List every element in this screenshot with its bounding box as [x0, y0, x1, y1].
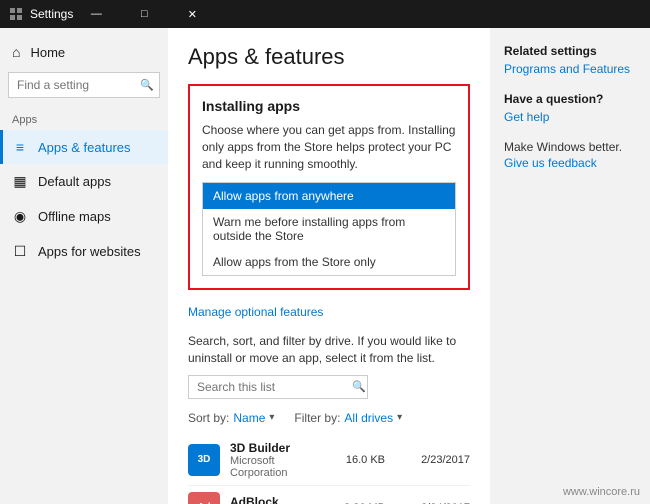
app-info: AdBlockBetaFish [230, 495, 330, 504]
titlebar-title: Settings [30, 7, 73, 21]
sidebar-item-label: Offline maps [38, 209, 111, 224]
search-box: 🔍 [8, 72, 160, 98]
app-list: 3D 3D BuilderMicrosoft Corporation16.0 KB… [188, 435, 470, 504]
sidebar-item-default-apps[interactable]: ▦ Default apps [0, 164, 168, 199]
sidebar-item-label: Apps for websites [38, 244, 141, 259]
titlebar-icon [8, 6, 24, 22]
app-row[interactable]: 3D 3D BuilderMicrosoft Corporation16.0 KB… [188, 435, 470, 486]
programs-features-link[interactable]: Programs and Features [504, 62, 636, 76]
offline-maps-icon: ◉ [12, 208, 28, 225]
related-settings-label: Related settings [504, 44, 636, 58]
give-feedback-link[interactable]: Give us feedback [504, 156, 636, 170]
get-help-link[interactable]: Get help [504, 110, 636, 124]
app-search-search-icon: 🔍 [352, 380, 366, 393]
option-warn[interactable]: Warn me before installing apps from outs… [203, 209, 455, 249]
feedback-label: Make Windows better. [504, 140, 636, 154]
app-name: AdBlock [230, 495, 330, 504]
search-input[interactable] [8, 72, 160, 98]
home-icon: ⌂ [12, 44, 20, 60]
sidebar-home[interactable]: ⌂ Home [0, 36, 168, 68]
sort-label: Sort by: [188, 411, 229, 425]
page-title: Apps & features [188, 44, 470, 70]
app-info: 3D BuilderMicrosoft Corporation [230, 441, 330, 479]
filter-label: Filter by: [294, 411, 340, 425]
sidebar-item-apps-features[interactable]: ≡ Apps & features [0, 130, 168, 164]
sidebar-item-label: Apps & features [38, 140, 131, 155]
app-size: 16.0 KB [330, 454, 385, 466]
sort-filter-row: Sort by: Name ▾ Filter by: All drives ▾ [188, 411, 470, 425]
option-store-only[interactable]: Allow apps from the Store only [203, 249, 455, 275]
sidebar-item-label: Default apps [38, 174, 111, 189]
sidebar: ⌂ Home 🔍 Apps ≡ Apps & features ▦ Defaul… [0, 28, 168, 504]
sort-chevron-icon: ▾ [269, 412, 274, 423]
app-publisher: Microsoft Corporation [230, 455, 330, 479]
search-filter-desc: Search, sort, and filter by drive. If yo… [188, 333, 470, 367]
main-content: Apps & features Installing apps Choose w… [168, 28, 490, 504]
have-question-label: Have a question? [504, 92, 636, 106]
apps-websites-icon: ☐ [12, 243, 28, 260]
minimize-button[interactable]: — [73, 0, 119, 28]
option-anywhere[interactable]: Allow apps from anywhere [203, 183, 455, 209]
manage-optional-features-link[interactable]: Manage optional features [188, 305, 323, 319]
app-search-box: 🔍 [188, 375, 368, 399]
watermark: www.wincore.ru [563, 486, 640, 498]
app-icon: Ad [188, 492, 220, 504]
sidebar-item-apps-websites[interactable]: ☐ Apps for websites [0, 234, 168, 269]
home-label: Home [30, 45, 65, 60]
app-date: 2/23/2017 [405, 454, 470, 466]
maximize-button[interactable]: □ [121, 0, 167, 28]
app-row[interactable]: AdAdBlockBetaFish2.36 MB2/24/2017 [188, 486, 470, 504]
sidebar-item-offline-maps[interactable]: ◉ Offline maps [0, 199, 168, 234]
installing-apps-box: Installing apps Choose where you can get… [188, 84, 470, 290]
installing-apps-desc: Choose where you can get apps from. Inst… [202, 122, 456, 172]
apps-features-icon: ≡ [12, 139, 28, 155]
filter-value[interactable]: All drives [344, 411, 393, 425]
titlebar: Settings — □ ✕ [0, 0, 650, 28]
close-button[interactable]: ✕ [169, 0, 215, 28]
filter-chevron-icon: ▾ [397, 412, 402, 423]
default-apps-icon: ▦ [12, 173, 28, 190]
installing-apps-title: Installing apps [202, 98, 456, 114]
search-icon: 🔍 [140, 79, 154, 92]
sidebar-section-label: Apps [0, 110, 168, 130]
dropdown-options: Allow apps from anywhere Warn me before … [202, 182, 456, 276]
app-icon: 3D [188, 444, 220, 476]
app-search-input[interactable] [197, 380, 352, 394]
sort-value[interactable]: Name [233, 411, 265, 425]
app-name: 3D Builder [230, 441, 330, 455]
right-panel: Related settings Programs and Features H… [490, 28, 650, 504]
